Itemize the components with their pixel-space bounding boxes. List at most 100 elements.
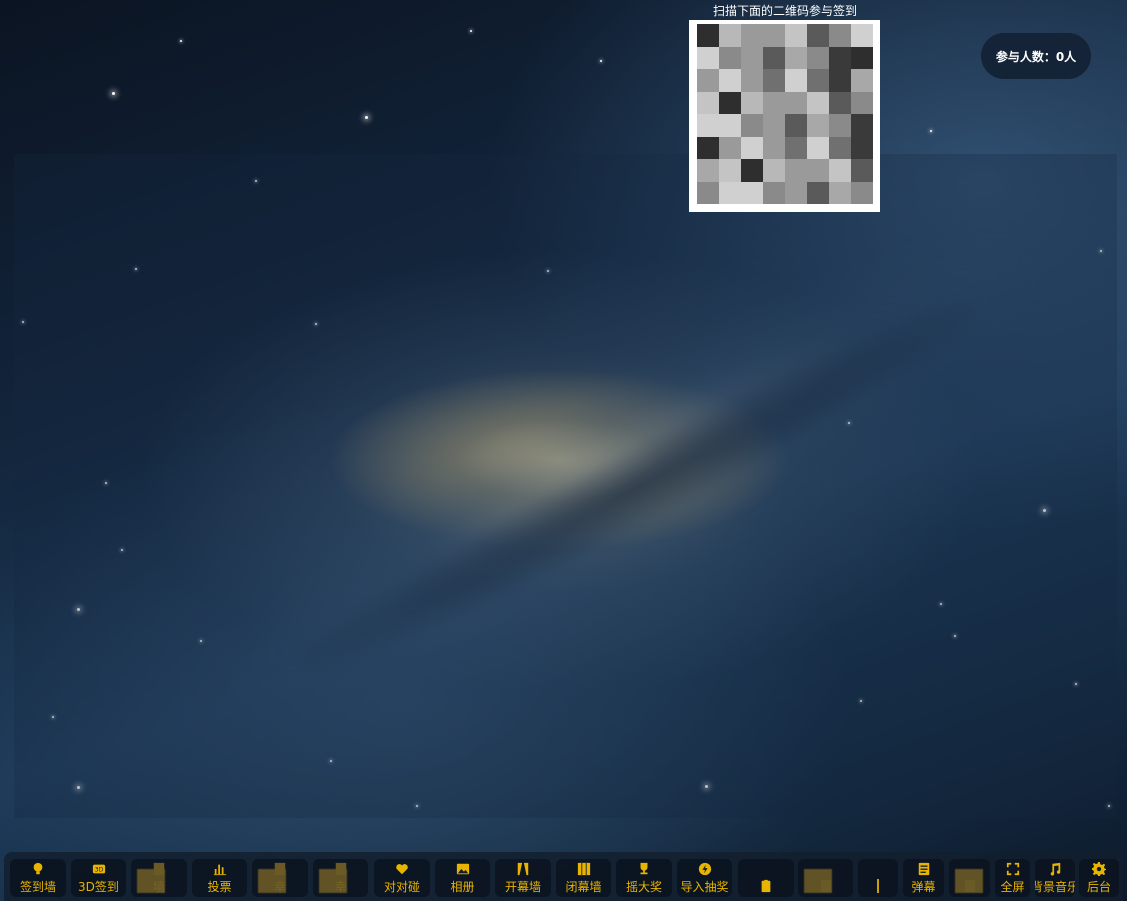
toolbar-button-label: 投票 [207,880,232,894]
toolbar-button-label: 签到墙 [19,880,56,894]
qr-cell [785,114,807,137]
qr-cell [763,136,785,159]
qr-cell [741,24,763,47]
toolbar-button-5[interactable]: 幸 [252,859,308,897]
list-icon [917,862,931,876]
qr-cell [785,91,807,114]
qr-cell [807,24,829,47]
qr-cell [763,46,785,69]
redaction-block [319,869,347,893]
qr-cell [719,114,741,137]
qr-cell [785,159,807,182]
clipboard-icon [759,879,773,893]
qr-cell [851,181,873,204]
image-icon [456,862,470,876]
toolbar-button-8[interactable]: 相册 [435,859,490,897]
3d-icon: 3D [92,862,106,876]
qr-cell [763,91,785,114]
toolbar-button-2[interactable]: 3D 3D签到 [71,859,126,897]
toolbar-button-label: 开幕墙 [504,880,541,894]
redaction-block [137,869,165,893]
qr-cell [697,181,719,204]
redaction-block [804,869,832,893]
sign-in-wall-screen: 扫描下面的二维码参与签到 参与人数：0人 签到墙 3D 3D签到墙投票 幸幸对对碰 相册… [0,0,1127,901]
qr-cell [785,181,807,204]
toolbar-button-1[interactable]: 签到墙 [10,859,66,897]
toolbar-button-7[interactable]: 对对碰 [374,859,430,897]
gear-icon [1092,862,1106,876]
qr-cell [829,24,851,47]
qr-cell [851,91,873,114]
qr-cell [763,159,785,182]
qr-cell [829,181,851,204]
qr-cell [741,159,763,182]
qr-cell [719,136,741,159]
qr-cell [807,46,829,69]
qr-cell [697,91,719,114]
qr-code [689,20,880,212]
toolbar-button-4[interactable]: 投票 [192,859,247,897]
toolbar-button-label: 后台 [1086,880,1111,894]
qr-cell [763,114,785,137]
qr-cell [851,136,873,159]
sign-in-wall-panel [14,154,1117,818]
qr-code-pattern [697,24,873,204]
qr-cell [851,159,873,182]
qr-cell [741,136,763,159]
toolbar-button-17[interactable] [949,859,990,897]
toolbar-button-19[interactable]: 背景音乐 [1035,859,1075,897]
toolbar-button-16[interactable]: 弹幕 [903,859,944,897]
qr-cell [719,91,741,114]
toolbar-button-15[interactable] [858,859,898,897]
toolbar-button-14[interactable] [798,859,853,897]
qr-cell [697,69,719,92]
qr-cell [697,24,719,47]
qr-caption: 扫描下面的二维码参与签到 [712,4,857,18]
toolbar-button-11[interactable]: 摇大奖 [616,859,672,897]
qr-cell [829,69,851,92]
qr-cell [785,69,807,92]
bar-chart-icon [213,862,227,876]
toolbar-button-label: 全屏 [1000,880,1025,894]
toolbar-button-label: 背景音乐 [1035,880,1075,894]
qr-cell [829,136,851,159]
toolbar-button-20[interactable]: 后台 [1079,859,1119,897]
qr-cell [851,114,873,137]
toolbar-button-6[interactable]: 幸 [313,859,368,897]
qr-cell [829,46,851,69]
qr-cell [719,181,741,204]
qr-cell [785,24,807,47]
qr-cell [807,114,829,137]
qr-cell [851,69,873,92]
qr-cell [807,136,829,159]
qr-cell [697,46,719,69]
bar-icon [871,879,885,893]
svg-text:3D: 3D [94,867,103,874]
qr-cell [829,91,851,114]
toolbar-button-13[interactable] [738,859,794,897]
qr-cell [785,46,807,69]
qr-cell [829,114,851,137]
heart-icon [395,862,409,876]
qr-cell [763,24,785,47]
toolbar-button-label: 相册 [450,880,475,894]
toolbar-button-12[interactable]: 导入抽奖 [677,859,732,897]
qr-cell [697,136,719,159]
qr-cell [763,181,785,204]
qr-cell [719,46,741,69]
qr-cell [763,69,785,92]
qr-cell [851,46,873,69]
trophy-icon [637,862,651,876]
toolbar-button-10[interactable]: 闭幕墙 [556,859,611,897]
toolbar-button-label: 对对碰 [383,880,420,894]
qr-cell [807,69,829,92]
participant-count-label: 参与人数：0人 [995,49,1077,64]
qr-cell [807,181,829,204]
qr-cell [697,114,719,137]
toolbar-button-18[interactable]: 全屏 [995,859,1030,897]
toolbar-button-3[interactable]: 墙 [131,859,187,897]
qr-cell [719,69,741,92]
toolbar-button-label: 摇大奖 [625,880,662,894]
toolbar-button-9[interactable]: 开幕墙 [495,859,551,897]
toolbar-button-label: 导入抽奖 [680,880,729,894]
